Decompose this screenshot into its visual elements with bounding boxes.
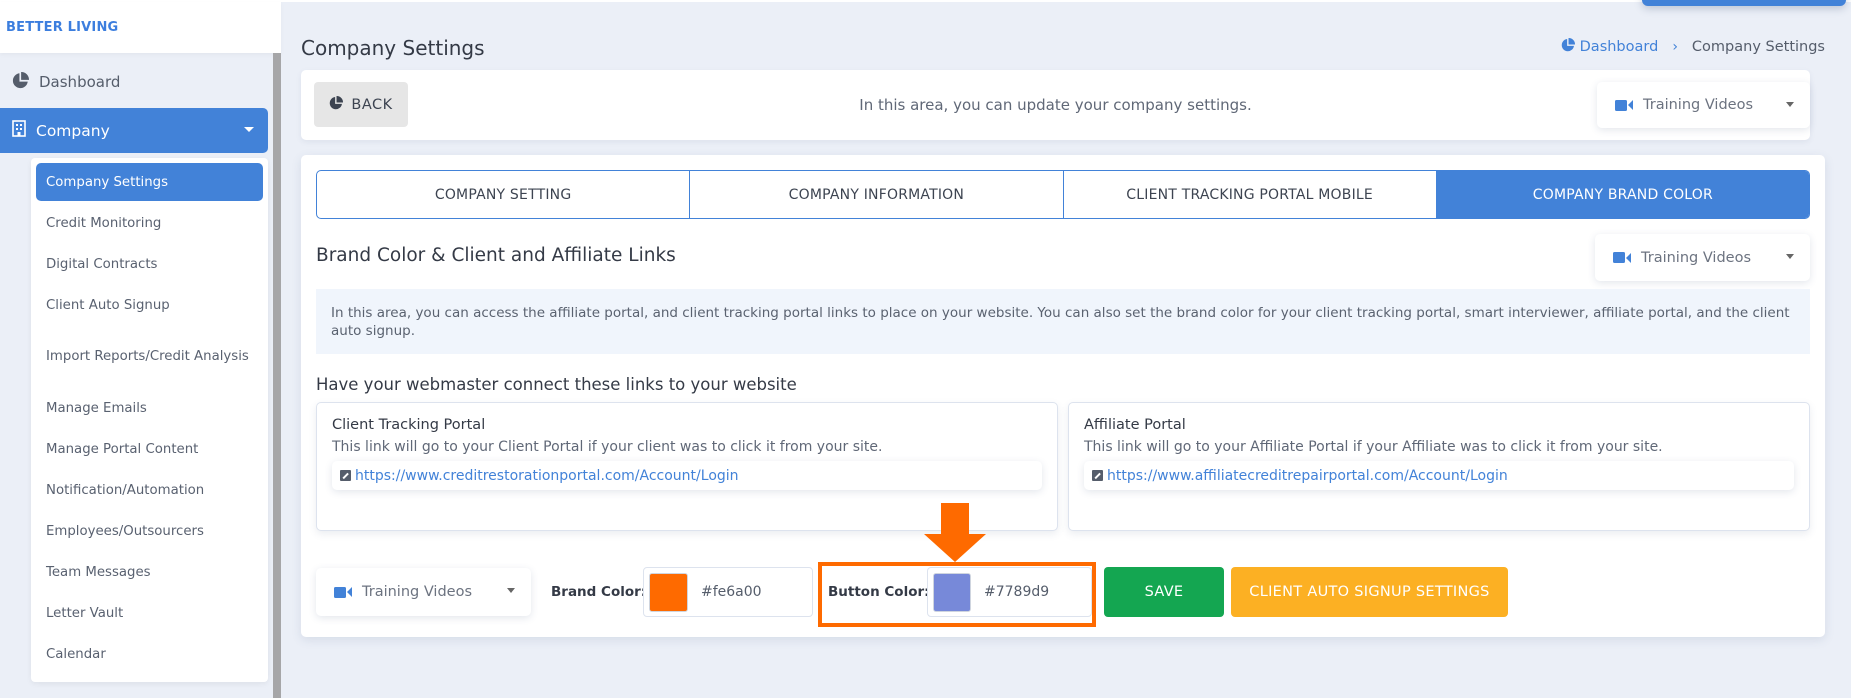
page-description: In this area, you can update your compan… bbox=[859, 96, 1252, 114]
settings-tabs: COMPANY SETTING COMPANY INFORMATION CLIE… bbox=[316, 170, 1810, 219]
external-link-icon bbox=[1092, 470, 1103, 481]
submenu-item-team-messages[interactable]: Team Messages bbox=[36, 552, 263, 593]
submenu-item-employees-outsourcers[interactable]: Employees/Outsourcers bbox=[36, 511, 263, 552]
submenu-item-digital-contracts[interactable]: Digital Contracts bbox=[36, 244, 263, 285]
page-title: Company Settings bbox=[301, 36, 485, 60]
sidebar-item-company[interactable]: Company bbox=[0, 108, 268, 153]
chevron-down-icon bbox=[244, 127, 254, 132]
submenu-item-client-auto-signup[interactable]: Client Auto Signup bbox=[36, 285, 263, 326]
back-label: BACK bbox=[351, 96, 393, 113]
video-camera-icon bbox=[1613, 252, 1631, 263]
tab-company-setting[interactable]: COMPANY SETTING bbox=[317, 171, 691, 218]
affiliate-portal-description: This link will go to your Affiliate Port… bbox=[1084, 439, 1663, 455]
client-portal-description: This link will go to your Client Portal … bbox=[332, 439, 883, 455]
tab-company-brand-color[interactable]: COMPANY BRAND COLOR bbox=[1436, 171, 1809, 218]
training-videos-label: Training Videos bbox=[362, 584, 473, 600]
chevron-right-icon: › bbox=[1672, 39, 1678, 55]
sidebar-item-label: Company bbox=[36, 121, 110, 140]
annotation-arrow-head bbox=[924, 534, 986, 562]
tab-company-information[interactable]: COMPANY INFORMATION bbox=[690, 171, 1064, 218]
brand-header[interactable]: BETTER LIVING bbox=[0, 2, 281, 53]
submenu-item-import-reports[interactable]: Import Reports/Credit Analysis bbox=[36, 326, 263, 388]
sidebar-item-label: Dashboard bbox=[39, 73, 121, 91]
submenu-item-letter-vault[interactable]: Letter Vault bbox=[36, 593, 263, 634]
client-portal-url[interactable]: https://www.creditrestorationportal.com/… bbox=[355, 468, 739, 484]
pie-chart-icon bbox=[329, 95, 344, 114]
webmaster-heading: Have your webmaster connect these links … bbox=[316, 375, 797, 394]
affiliate-portal-url[interactable]: https://www.affiliatecreditrepairportal.… bbox=[1107, 468, 1508, 484]
annotation-highlight-box bbox=[818, 562, 1096, 627]
caret-down-icon bbox=[507, 588, 515, 593]
training-videos-label: Training Videos bbox=[1641, 249, 1752, 266]
training-videos-label: Training Videos bbox=[1643, 97, 1754, 113]
breadcrumb-dashboard-link[interactable]: Dashboard bbox=[1561, 37, 1659, 56]
submenu-item-company-settings[interactable]: Company Settings bbox=[36, 163, 263, 201]
brand-color-label: Brand Color: bbox=[551, 584, 647, 600]
training-videos-dropdown-section[interactable]: Training Videos bbox=[1595, 234, 1810, 281]
caret-down-icon bbox=[1786, 254, 1794, 259]
breadcrumb-dashboard-label: Dashboard bbox=[1579, 39, 1659, 55]
tab-client-tracking-portal-mobile[interactable]: CLIENT TRACKING PORTAL MOBILE bbox=[1064, 171, 1437, 218]
video-camera-icon bbox=[1615, 99, 1633, 111]
submenu-item-manage-emails[interactable]: Manage Emails bbox=[36, 388, 263, 429]
client-auto-signup-settings-button[interactable]: CLIENT AUTO SIGNUP SETTINGS bbox=[1231, 567, 1508, 617]
building-icon bbox=[12, 120, 26, 141]
client-portal-link[interactable]: https://www.creditrestorationportal.com/… bbox=[332, 461, 1042, 490]
submenu-item-manage-portal-content[interactable]: Manage Portal Content bbox=[36, 429, 263, 470]
breadcrumb: Dashboard › Company Settings bbox=[1561, 37, 1825, 56]
client-portal-title: Client Tracking Portal bbox=[332, 417, 486, 433]
section-title: Brand Color & Client and Affiliate Links bbox=[316, 245, 676, 266]
brand-color-input[interactable]: #fe6a00 bbox=[643, 567, 813, 617]
back-button[interactable]: BACK bbox=[314, 82, 408, 127]
brand-name: BETTER LIVING bbox=[6, 20, 119, 35]
company-submenu: Company Settings Credit Monitoring Digit… bbox=[31, 158, 268, 682]
training-videos-dropdown-bottom[interactable]: Training Videos bbox=[316, 568, 531, 616]
submenu-item-notification-automation[interactable]: Notification/Automation bbox=[36, 470, 263, 511]
external-link-icon bbox=[340, 470, 351, 481]
submenu-item-calendar[interactable]: Calendar bbox=[36, 634, 263, 675]
pie-chart-icon bbox=[1561, 37, 1575, 56]
pie-chart-icon bbox=[12, 71, 30, 93]
submenu-item-credit-monitoring[interactable]: Credit Monitoring bbox=[36, 203, 263, 244]
video-camera-icon bbox=[334, 586, 352, 598]
top-right-button[interactable] bbox=[1642, 0, 1846, 6]
annotation-arrow-icon bbox=[941, 503, 969, 535]
brand-color-swatch[interactable] bbox=[649, 572, 688, 612]
sidebar-item-dashboard[interactable]: Dashboard bbox=[0, 62, 268, 102]
breadcrumb-current: Company Settings bbox=[1691, 39, 1825, 55]
affiliate-portal-link[interactable]: https://www.affiliatecreditrepairportal.… bbox=[1084, 461, 1794, 490]
sidebar-scrollbar[interactable] bbox=[273, 53, 281, 698]
save-button[interactable]: SAVE bbox=[1104, 567, 1224, 617]
brand-color-value: #fe6a00 bbox=[701, 584, 762, 600]
training-videos-dropdown-top[interactable]: Training Videos bbox=[1597, 82, 1810, 128]
affiliate-portal-title: Affiliate Portal bbox=[1084, 417, 1186, 433]
affiliate-portal-card: Affiliate Portal This link will go to yo… bbox=[1068, 402, 1810, 531]
caret-down-icon bbox=[1786, 102, 1794, 107]
info-alert: In this area, you can access the affilia… bbox=[316, 289, 1810, 354]
